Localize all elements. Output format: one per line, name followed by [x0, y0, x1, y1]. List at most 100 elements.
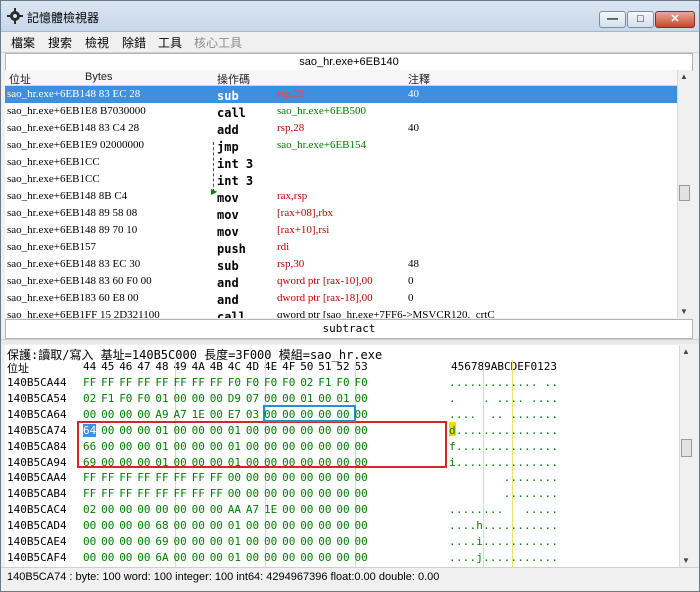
- hex-row-ascii[interactable]: . . .... ....: [449, 392, 558, 405]
- hex-byte[interactable]: 00: [174, 440, 187, 453]
- hex-byte[interactable]: 00: [355, 519, 368, 532]
- hex-byte[interactable]: 00: [336, 408, 349, 421]
- hex-byte[interactable]: F0: [137, 392, 150, 405]
- hex-byte[interactable]: FF: [192, 487, 205, 500]
- disassembler-row[interactable]: sao_hr.exe+6EB144E8 B7030000 call sao_hr.e…: [5, 103, 677, 120]
- hex-byte[interactable]: 00: [300, 471, 313, 484]
- hex-byte[interactable]: 00: [300, 424, 313, 437]
- hex-byte[interactable]: 00: [101, 551, 114, 564]
- hex-byte[interactable]: 00: [355, 503, 368, 516]
- hex-byte[interactable]: 00: [318, 424, 331, 437]
- hex-byte[interactable]: 00: [210, 456, 223, 469]
- hex-byte[interactable]: 00: [137, 424, 150, 437]
- hex-row-ascii[interactable]: d...............: [449, 424, 558, 437]
- hex-byte[interactable]: 00: [355, 535, 368, 548]
- hex-byte[interactable]: 00: [83, 408, 96, 421]
- hex-byte[interactable]: AA: [228, 503, 241, 516]
- hex-row-ascii[interactable]: ....h...........: [449, 519, 558, 532]
- scroll-thumb[interactable]: [679, 185, 690, 201]
- hex-byte[interactable]: FF: [210, 471, 223, 484]
- disassembler-row[interactable]: sao_hr.exe+6EB153CC int 3: [5, 171, 677, 188]
- hex-byte[interactable]: 00: [83, 551, 96, 564]
- hex-byte[interactable]: 00: [246, 487, 259, 500]
- hex-byte[interactable]: 6A: [155, 551, 168, 564]
- disassembler-row[interactable]: sao_hr.exe+6EB15748 89 58 08 mov [rax+08],…: [5, 205, 677, 222]
- hex-byte[interactable]: 00: [192, 424, 205, 437]
- hex-byte[interactable]: 00: [192, 456, 205, 469]
- menu-tools[interactable]: 工具: [158, 34, 182, 51]
- hex-byte[interactable]: 00: [119, 424, 132, 437]
- hex-byte[interactable]: 00: [246, 519, 259, 532]
- hex-byte[interactable]: 01: [336, 392, 349, 405]
- hex-byte[interactable]: 00: [300, 535, 313, 548]
- hex-byte[interactable]: 00: [318, 535, 331, 548]
- hex-byte[interactable]: 00: [210, 535, 223, 548]
- hex-byte[interactable]: 01: [155, 424, 168, 437]
- hex-byte[interactable]: 00: [174, 456, 187, 469]
- minimize-button[interactable]: —: [599, 11, 626, 28]
- scroll-up-icon[interactable]: ▲: [680, 72, 688, 81]
- hex-byte[interactable]: 00: [336, 471, 349, 484]
- hex-byte[interactable]: 00: [264, 487, 277, 500]
- column-address[interactable]: 位址: [9, 71, 31, 87]
- hex-row[interactable]: 140B5CA44 FF FF FF FF FF FF FF FF F0 F0 F0 F0 02 F1 F0 F…: [5, 375, 679, 391]
- hex-byte[interactable]: 02: [83, 392, 96, 405]
- hex-byte[interactable]: 01: [155, 440, 168, 453]
- hex-byte[interactable]: 01: [228, 424, 241, 437]
- hex-byte[interactable]: 00: [210, 519, 223, 532]
- hex-byte[interactable]: 00: [282, 392, 295, 405]
- hex-byte[interactable]: 00: [318, 487, 331, 500]
- hex-byte[interactable]: FF: [192, 376, 205, 389]
- hex-byte[interactable]: 00: [246, 535, 259, 548]
- disassembler-row[interactable]: sao_hr.exe+6EB152CC int 3: [5, 154, 677, 171]
- hex-byte[interactable]: 00: [192, 392, 205, 405]
- hex-byte[interactable]: 02: [300, 376, 313, 389]
- hex-byte[interactable]: 00: [336, 535, 349, 548]
- hex-row[interactable]: 140B5CA84 66 00 00 00 01 00 00 00 01 00 00 00 00 00 00 0…: [5, 439, 679, 455]
- hex-row-ascii[interactable]: ............. ..: [449, 376, 558, 389]
- hex-byte[interactable]: F0: [336, 376, 349, 389]
- hex-byte[interactable]: A9: [155, 408, 168, 421]
- disassembler-row[interactable]: sao_hr.exe+6EB14948 83 C4 28 add rsp,28 40: [5, 120, 677, 137]
- hex-byte[interactable]: 69: [83, 456, 96, 469]
- hex-byte[interactable]: 00: [119, 408, 132, 421]
- hex-byte[interactable]: 00: [300, 440, 313, 453]
- hex-byte[interactable]: 00: [246, 551, 259, 564]
- hex-byte[interactable]: 00: [210, 551, 223, 564]
- hex-byte[interactable]: FF: [174, 376, 187, 389]
- hex-byte[interactable]: FF: [210, 376, 223, 389]
- hex-byte[interactable]: 00: [282, 471, 295, 484]
- hex-byte[interactable]: F1: [318, 376, 331, 389]
- hex-byte[interactable]: 00: [355, 487, 368, 500]
- hex-byte[interactable]: 00: [210, 408, 223, 421]
- hex-byte[interactable]: F0: [282, 376, 295, 389]
- hex-byte[interactable]: A7: [246, 503, 259, 516]
- hex-byte[interactable]: FF: [155, 376, 168, 389]
- hex-byte[interactable]: FF: [137, 471, 150, 484]
- hex-row[interactable]: 140B5CAA4 FF FF FF FF FF FF FF FF 00 00 00 00 00 00 00 0…: [5, 470, 679, 486]
- hex-byte[interactable]: 00: [336, 424, 349, 437]
- hex-byte[interactable]: 00: [318, 551, 331, 564]
- hex-byte[interactable]: 00: [174, 519, 187, 532]
- hex-byte[interactable]: 00: [83, 535, 96, 548]
- hex-byte[interactable]: 00: [192, 440, 205, 453]
- hex-byte[interactable]: 00: [300, 551, 313, 564]
- hex-byte[interactable]: 00: [264, 408, 277, 421]
- hex-byte[interactable]: 00: [355, 408, 368, 421]
- hex-byte[interactable]: 00: [282, 551, 295, 564]
- menu-view[interactable]: 檢視: [85, 34, 109, 51]
- hex-byte[interactable]: FF: [83, 487, 96, 500]
- hex-byte[interactable]: 00: [174, 392, 187, 405]
- hex-byte[interactable]: 00: [318, 471, 331, 484]
- hex-byte[interactable]: 00: [101, 424, 114, 437]
- hex-byte[interactable]: 00: [336, 551, 349, 564]
- hex-byte[interactable]: 00: [355, 456, 368, 469]
- hex-row-ascii[interactable]: ........ .....: [449, 503, 558, 516]
- hex-byte[interactable]: 00: [210, 392, 223, 405]
- hex-byte[interactable]: 00: [282, 440, 295, 453]
- hex-byte[interactable]: 00: [101, 408, 114, 421]
- hex-byte[interactable]: 00: [336, 519, 349, 532]
- hex-row-ascii[interactable]: ........: [449, 487, 558, 500]
- disassembler-row[interactable]: sao_hr.exe+6EB14048 83 EC 28 sub rsp,28 40: [5, 86, 677, 103]
- disassembler-row[interactable]: sao_hr.exe+6EB16448 83 60 F0 00 and qword …: [5, 273, 677, 290]
